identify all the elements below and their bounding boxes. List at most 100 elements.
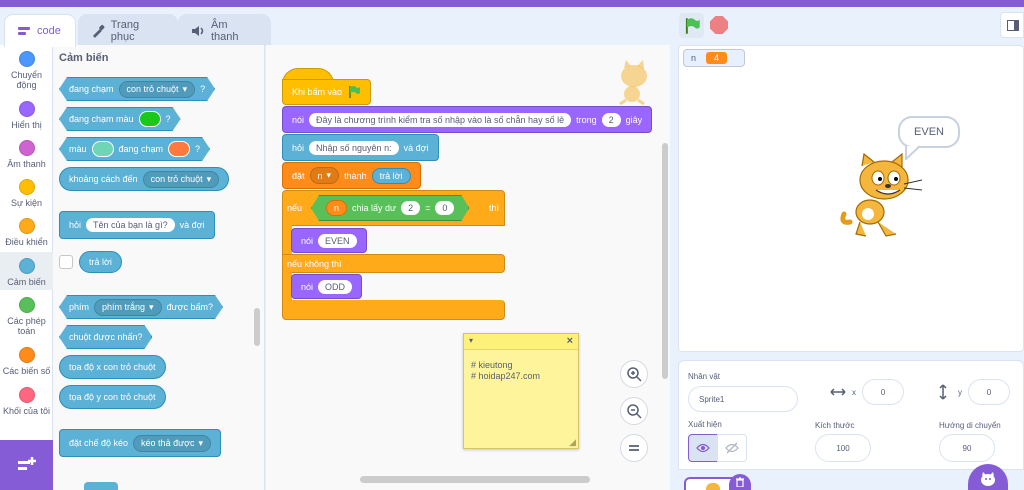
- category-dot: [18, 101, 35, 117]
- zoom-out-button[interactable]: [620, 397, 648, 425]
- set-variable-block[interactable]: đặt n ▾ thành trả lời: [282, 162, 421, 189]
- equals-block[interactable]: n chia lấy dư 2 = 0: [311, 195, 469, 221]
- size-field[interactable]: 100: [815, 434, 871, 462]
- block-text: thành: [344, 170, 367, 181]
- category-dot: [18, 258, 35, 274]
- say-secs-input[interactable]: 2: [601, 112, 621, 127]
- say-for-secs-block[interactable]: nói Đây là chương trình kiểm tra số nhập…: [282, 106, 653, 133]
- tab-sounds[interactable]: Âm thanh: [178, 14, 271, 46]
- tab-code[interactable]: code: [4, 14, 76, 47]
- vertical-scrollbar[interactable]: [662, 143, 668, 379]
- color-swatch[interactable]: [168, 141, 190, 157]
- category-menu: Chuyển động Hiển thị Âm thanh Sự kiện Đi…: [0, 45, 53, 490]
- if-else-bottom: [282, 300, 505, 320]
- zoom-in-button[interactable]: [620, 360, 648, 388]
- show-button[interactable]: [688, 434, 718, 462]
- dropdown-value: con trỏ chuột: [150, 174, 203, 184]
- category-dot: [18, 51, 35, 67]
- x-arrows-icon: [830, 388, 846, 396]
- x-value: 0: [880, 387, 886, 397]
- distance-block[interactable]: khoảng cách đến con trỏ chuột ▾: [59, 167, 230, 191]
- touching-color-block[interactable]: đang chạm màu ?: [59, 107, 181, 131]
- say-odd-block[interactable]: nói ODD: [291, 274, 363, 299]
- say-even-block[interactable]: nói EVEN: [291, 228, 367, 253]
- answer-block[interactable]: trả lời: [79, 251, 122, 273]
- comment-note[interactable]: ▾ × # kieutong # hoidap247.com ◢: [463, 333, 579, 449]
- horizontal-scrollbar[interactable]: [360, 476, 590, 483]
- collapse-icon[interactable]: ▾: [469, 336, 473, 345]
- stop-button[interactable]: [710, 16, 728, 34]
- key-pressed-block[interactable]: phím phím trắng ▾ được bấm?: [59, 295, 223, 319]
- comment-titlebar[interactable]: ▾ ×: [464, 334, 578, 350]
- category-my-blocks[interactable]: Khối của tôi: [0, 387, 53, 417]
- equals-input[interactable]: 0: [435, 201, 454, 215]
- category-label: Âm thanh: [7, 159, 46, 169]
- answer-reporter[interactable]: trả lời: [371, 167, 411, 184]
- distance-dropdown[interactable]: con trỏ chuột ▾: [142, 170, 220, 188]
- menu-bar: [0, 0, 1024, 7]
- when-flag-clicked-block[interactable]: Khi bấm vào: [282, 79, 372, 105]
- y-field[interactable]: 0: [968, 379, 1010, 405]
- block-text: chia lấy dư: [352, 203, 397, 213]
- mouse-down-block[interactable]: chuột được nhấn?: [59, 325, 152, 349]
- color-touching-color-block[interactable]: màu đang chạm ?: [59, 137, 210, 161]
- zoom-reset-button[interactable]: [620, 434, 648, 462]
- ask-text-input[interactable]: Nhập số nguyên n:: [309, 140, 399, 155]
- chevron-down-icon: ▾: [182, 83, 188, 94]
- sprite-name-field[interactable]: Sprite1: [688, 386, 798, 412]
- block-text: đang chạm: [69, 84, 114, 94]
- touching-block[interactable]: đang chạm con trỏ chuột ▾ ?: [59, 77, 215, 101]
- green-flag-button[interactable]: [679, 13, 704, 38]
- say-even-input[interactable]: EVEN: [318, 233, 357, 248]
- resize-handle-icon[interactable]: ◢: [569, 437, 576, 448]
- mouse-y-block[interactable]: tọa độ y con trỏ chuột: [59, 385, 166, 409]
- ask-and-wait-block[interactable]: hỏi Nhập số nguyên n: và đợi: [282, 134, 439, 161]
- n-variable-reporter[interactable]: n: [326, 200, 347, 216]
- color-swatch[interactable]: [139, 111, 161, 127]
- comment-text[interactable]: # kieutong # hoidap247.com: [471, 360, 540, 382]
- color-swatch[interactable]: [92, 141, 114, 157]
- add-extension-button[interactable]: [0, 440, 53, 490]
- brush-icon: [92, 24, 105, 38]
- category-dot: [18, 297, 35, 313]
- x-label: x: [852, 388, 856, 397]
- category-looks[interactable]: Hiển thị: [0, 101, 53, 131]
- touching-dropdown[interactable]: con trỏ chuột ▾: [119, 81, 196, 98]
- stage-size-toggle[interactable]: [1000, 12, 1024, 38]
- x-field[interactable]: 0: [862, 379, 904, 405]
- palette-scrollbar[interactable]: [254, 308, 260, 346]
- tab-costumes[interactable]: Trang phục: [78, 14, 178, 46]
- extension-icon: [17, 457, 36, 470]
- category-operators[interactable]: Các phép toán: [0, 297, 53, 337]
- category-variables[interactable]: Các biến số: [0, 347, 53, 377]
- block-text: và đợi: [179, 220, 205, 230]
- tab-label: Âm thanh: [210, 18, 239, 43]
- hide-button[interactable]: [717, 434, 747, 462]
- direction-field[interactable]: 90: [939, 434, 995, 462]
- category-motion[interactable]: Chuyển động: [0, 51, 53, 91]
- category-dot: [18, 140, 35, 156]
- close-icon[interactable]: ×: [567, 335, 573, 347]
- mod-input[interactable]: 2: [401, 201, 420, 215]
- layout-icon: [1007, 20, 1019, 31]
- say-odd-input[interactable]: ODD: [318, 279, 353, 294]
- answer-checkbox[interactable]: [59, 255, 73, 269]
- category-sound[interactable]: Âm thanh: [0, 140, 53, 170]
- delete-sprite-button[interactable]: [729, 474, 751, 490]
- variable-monitor[interactable]: n 4: [683, 49, 745, 67]
- ask-input[interactable]: Tên của bạn là gì?: [86, 218, 175, 232]
- drag-dropdown[interactable]: kéo thả được ▾: [133, 434, 212, 452]
- category-control[interactable]: Điều khiển: [0, 218, 53, 248]
- block-text: được bấm?: [166, 302, 214, 312]
- say-text-input[interactable]: Đây là chương trình kiểm tra số nhập vào…: [309, 112, 572, 127]
- drag-mode-block[interactable]: đặt chế độ kéo kéo thả được ▾: [59, 429, 222, 457]
- direction-value: 90: [962, 443, 972, 453]
- key-dropdown[interactable]: phím trắng ▾: [94, 299, 162, 316]
- variable-dropdown[interactable]: n ▾: [309, 167, 340, 184]
- category-sensing[interactable]: Cảm biến: [0, 252, 53, 290]
- category-events[interactable]: Sự kiện: [0, 179, 53, 209]
- block-text: ?: [195, 144, 201, 154]
- block-text: trong: [576, 114, 597, 125]
- mouse-x-block[interactable]: tọa độ x con trỏ chuột: [59, 355, 166, 379]
- ask-block[interactable]: hỏi Tên của bạn là gì? và đợi: [59, 211, 215, 239]
